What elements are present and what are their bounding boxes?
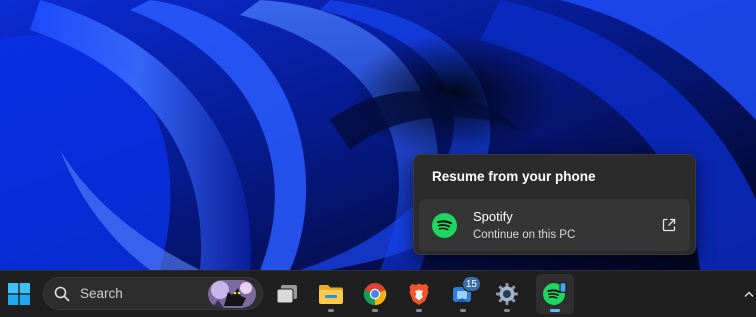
spotify-icon [543,282,567,305]
active-indicator [550,309,560,312]
task-view-button[interactable] [268,274,306,314]
app-subtitle: Continue on this PC [473,229,576,241]
search-highlight-illustration[interactable] [208,280,256,308]
resume-app-card[interactable]: Spotify Continue on this PC [419,199,690,251]
chevron-up-icon[interactable] [744,285,754,303]
file-explorer-button[interactable] [312,274,350,314]
start-button[interactable] [0,274,38,314]
running-indicator [372,309,378,312]
gear-icon [496,283,518,305]
search-placeholder: Search [80,286,123,301]
brave-button[interactable] [400,274,438,314]
taskbar: Search 15 [0,270,756,317]
search-icon [54,286,70,302]
chrome-button[interactable] [356,274,394,314]
spotify-taskbar-button[interactable] [536,274,574,314]
task-view-icon [276,285,297,304]
running-indicator [328,309,334,312]
settings-button[interactable] [488,274,526,314]
running-indicator [460,309,466,312]
resume-from-phone-flyout: Resume from your phone Spotify Continue … [413,154,696,255]
windows-logo-icon [8,283,30,305]
folder-icon [319,285,343,304]
flyout-title: Resume from your phone [432,169,596,184]
running-indicator [416,309,422,312]
brave-icon [409,283,429,305]
teams-button[interactable]: 15 [444,274,482,314]
app-name: Spotify [473,209,513,224]
chrome-icon [363,283,387,306]
running-indicator [504,309,510,312]
notification-badge: 15 [461,276,481,292]
open-external-icon[interactable] [661,217,677,233]
search-box[interactable]: Search [43,277,263,310]
spotify-icon [432,213,457,238]
